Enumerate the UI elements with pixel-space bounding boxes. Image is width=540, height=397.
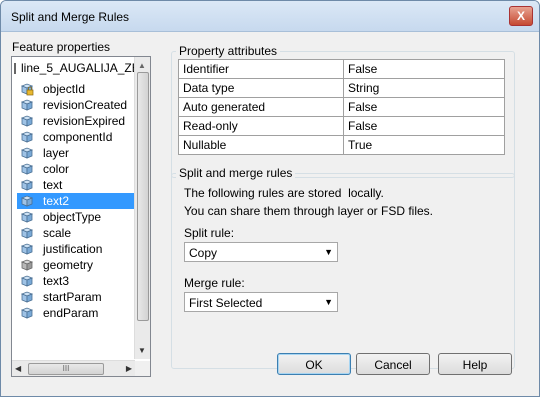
locked-attribute-icon [20, 82, 34, 96]
split-rule-dropdown[interactable]: Copy ▼ [184, 242, 338, 262]
merge-rule-value: First Selected [189, 296, 263, 310]
list-item[interactable]: endParam [17, 305, 137, 321]
list-item-label: justification [43, 242, 103, 256]
scroll-right-arrow-icon[interactable]: ▶ [126, 364, 132, 373]
list-item[interactable]: objectId [17, 81, 137, 97]
table-row: Data type String [178, 78, 505, 98]
attribute-icon [20, 210, 34, 224]
list-item[interactable]: objectType [17, 209, 137, 225]
attribute-icon [20, 194, 34, 208]
layer-node-label: line_5_AUGALIJA_ZE [21, 61, 136, 75]
cancel-button[interactable]: Cancel [356, 353, 430, 375]
list-item-label: revisionExpired [43, 114, 126, 128]
split-rule-label: Split rule: [184, 226, 235, 240]
list-item-label: text2 [43, 194, 70, 208]
attribute-icon [20, 162, 34, 176]
scroll-up-arrow-icon[interactable]: ▲ [138, 61, 146, 70]
split-rule-value: Copy [189, 246, 218, 260]
list-item[interactable]: revisionCreated [17, 97, 137, 113]
list-item[interactable]: text3 [17, 273, 137, 289]
vertical-scroll-thumb[interactable] [137, 72, 149, 321]
attribute-icon [20, 274, 34, 288]
tree-line-icon [14, 63, 16, 74]
close-button[interactable]: X [509, 6, 533, 26]
list-item-label: endParam [43, 306, 99, 320]
window-title: Split and Merge Rules [11, 10, 130, 24]
ok-button[interactable]: OK [277, 353, 351, 375]
attribute-icon [20, 98, 34, 112]
table-row: Nullable True [178, 135, 505, 155]
list-item-label: color [43, 162, 70, 176]
list-item-label: geometry [43, 258, 94, 272]
split-merge-rules-title: Split and merge rules [176, 166, 296, 180]
list-item[interactable]: scale [17, 225, 137, 241]
chevron-down-icon[interactable]: ▼ [324, 297, 333, 307]
list-item[interactable]: justification [17, 241, 137, 257]
property-name: Nullable [178, 135, 344, 155]
horizontal-scrollbar[interactable]: ◀ III ▶ [12, 360, 135, 376]
vertical-scrollbar[interactable]: ▲ ▼ [134, 57, 150, 359]
list-item-label: componentId [43, 130, 113, 144]
property-value: False [343, 116, 505, 136]
info-text-line1: The following rules are stored locally. [184, 186, 384, 200]
horizontal-scroll-thumb[interactable]: III [28, 363, 104, 375]
list-item-label: text3 [43, 274, 70, 288]
list-item[interactable]: color [17, 161, 137, 177]
list-item-label: text [43, 178, 63, 192]
list-item-label: objectId [43, 82, 86, 96]
attribute-icon [20, 114, 34, 128]
title-bar[interactable]: Split and Merge Rules X [1, 1, 539, 32]
property-name: Identifier [178, 59, 344, 79]
attribute-icon [20, 178, 34, 192]
attribute-icon [20, 226, 34, 240]
list-item-label: objectType [43, 210, 102, 224]
attribute-icon [20, 306, 34, 320]
geometry-attribute-icon [20, 258, 34, 272]
property-value: String [343, 78, 505, 98]
list-item[interactable]: revisionExpired [17, 113, 137, 129]
list-item[interactable]: text [17, 177, 137, 193]
merge-rule-label: Merge rule: [184, 276, 245, 290]
list-item[interactable]: layer [17, 145, 137, 161]
attribute-icon [20, 130, 34, 144]
list-item[interactable]: text2 [17, 193, 137, 209]
list-item-label: scale [43, 226, 72, 240]
attribute-items: objectId revisionCreated revisionExpired co… [17, 81, 137, 321]
feature-properties-label: Feature properties [12, 40, 111, 54]
attribute-icon [20, 290, 34, 304]
dialog-body: Feature properties line_5_AUGALIJA_ZE ob… [2, 32, 538, 395]
scroll-left-arrow-icon[interactable]: ◀ [15, 364, 21, 373]
property-value: True [343, 135, 505, 155]
property-value: False [343, 59, 505, 79]
info-text-line2: You can share them through layer or FSD … [184, 204, 434, 218]
feature-properties-list[interactable]: line_5_AUGALIJA_ZE objectId revisionCreat… [11, 56, 151, 377]
property-name: Read-only [178, 116, 344, 136]
list-item-label: startParam [43, 290, 102, 304]
merge-rule-dropdown[interactable]: First Selected ▼ [184, 292, 338, 312]
split-merge-rules-dialog: Split and Merge Rules X Feature properti… [0, 0, 540, 397]
layer-node[interactable]: line_5_AUGALIJA_ZE [12, 61, 136, 77]
table-row: Read-only False [178, 116, 505, 136]
chevron-down-icon[interactable]: ▼ [324, 247, 333, 257]
property-attributes-table: Identifier False Data type String Auto gener… [178, 59, 505, 155]
property-value: False [343, 97, 505, 117]
table-row: Identifier False [178, 59, 505, 79]
scrollbar-corner [135, 361, 150, 376]
property-attributes-title: Property attributes [176, 44, 281, 58]
split-merge-rules-group: Split and merge rules The following rule… [171, 166, 515, 369]
property-name: Auto generated [178, 97, 344, 117]
list-item[interactable]: componentId [17, 129, 137, 145]
list-item-label: layer [43, 146, 70, 160]
list-item[interactable]: geometry [17, 257, 137, 273]
list-item[interactable]: startParam [17, 289, 137, 305]
attribute-icon [20, 242, 34, 256]
attribute-icon [20, 146, 34, 160]
scroll-down-arrow-icon[interactable]: ▼ [138, 346, 146, 355]
property-attributes-group: Property attributes Identifier False Data … [171, 44, 515, 178]
property-name: Data type [178, 78, 344, 98]
table-row: Auto generated False [178, 97, 505, 117]
list-item-label: revisionCreated [43, 98, 128, 112]
help-button[interactable]: Help [438, 353, 512, 375]
